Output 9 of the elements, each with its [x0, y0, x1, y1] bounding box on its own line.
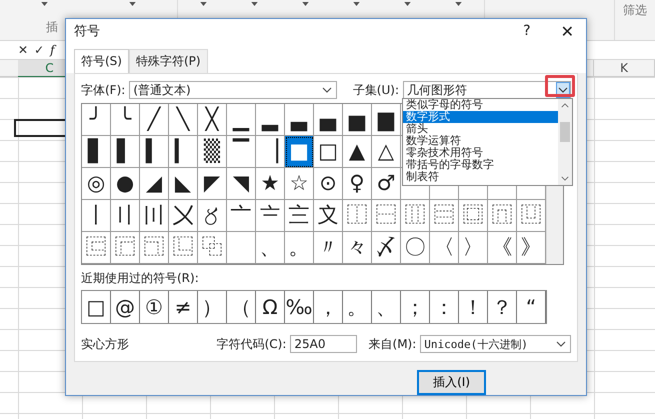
ribbon-group-label: 筛选 — [623, 2, 647, 19]
ribbon-group-label: 插 — [46, 19, 58, 36]
window-title: 符号 — [74, 23, 101, 40]
from-label: 来自(M): — [368, 336, 416, 352]
font-label: 字体(F): — [81, 82, 126, 98]
character-name: 实心方形 — [81, 336, 130, 352]
character-code-label: 字符代码(C): — [216, 336, 286, 352]
recent-symbols-label: 近期使用过的符号(R): — [81, 270, 200, 287]
subset-label: 子集(U): — [352, 82, 399, 98]
